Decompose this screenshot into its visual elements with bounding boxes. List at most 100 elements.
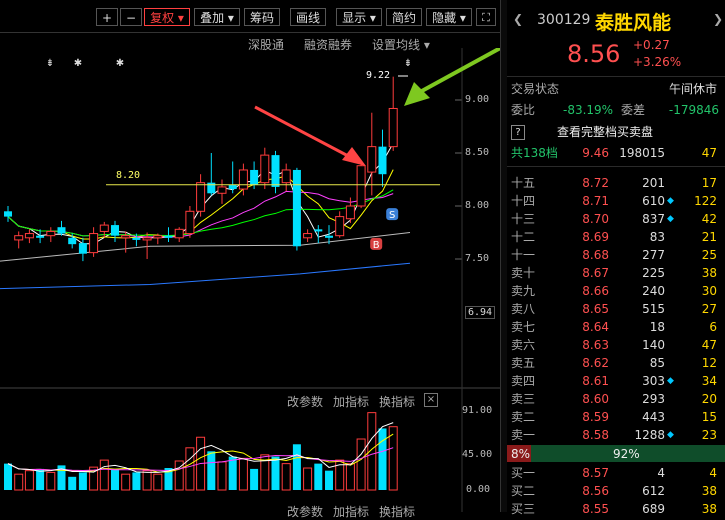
zoom-in-button[interactable]: + (96, 8, 118, 26)
diamond-icon: ◆ (667, 214, 674, 224)
volume-bar (121, 473, 131, 491)
level-label: 十二 (511, 230, 536, 244)
candle-body (185, 210, 195, 235)
kline-chart[interactable]: ⇟ ✱ ✱ ⇟ S B (0, 48, 500, 512)
level-price: 8.62 (582, 356, 609, 370)
bid-row[interactable]: 买二 8.56 612 38 (507, 482, 725, 500)
ask-row[interactable]: 十二 8.69 83 21 (507, 228, 725, 246)
candle-body (153, 235, 163, 239)
indicator-params-link[interactable]: 改参数 (287, 393, 323, 410)
candle-body (388, 107, 398, 148)
ask-row[interactable]: 卖一 8.58 1288 ◆ 23 (507, 426, 725, 444)
level-price: 8.55 (582, 502, 609, 516)
diamond-icon: ◆ (667, 376, 674, 386)
y-tick-label: 8.00 (465, 200, 490, 211)
ask-row[interactable]: 卖十 8.67 225 38 (507, 264, 725, 282)
ask-row[interactable]: 卖二 8.59 443 15 (507, 408, 725, 426)
level-label: 卖九 (511, 284, 536, 298)
ask-row[interactable]: 卖六 8.63 140 47 (507, 336, 725, 354)
candle-body (78, 243, 87, 254)
level-price: 8.71 (582, 194, 609, 208)
draw-line-button[interactable]: 画线 (290, 8, 326, 26)
level-volume: 515 (642, 302, 665, 316)
indicator-add-link[interactable]: 加指标 (333, 393, 369, 410)
hide-label: 隐藏 (432, 11, 457, 25)
level-price: 8.57 (582, 466, 609, 480)
panel-splitter[interactable] (500, 0, 507, 512)
simple-button[interactable]: 简约 (386, 8, 422, 26)
quote-panel: ❮ 300129 泰胜风能 ❯ 8.56 +0.27 +3.26% 交易状态 午… (507, 0, 725, 516)
level-count: 47 (701, 338, 717, 352)
candle-body (121, 235, 131, 239)
indicator-switch-link[interactable]: 换指标 (379, 393, 415, 410)
ask-row[interactable]: 十五 8.72 201 17 (507, 174, 725, 192)
level-price: 8.61 (582, 374, 609, 388)
green-arrow-head-icon (404, 82, 430, 106)
ask-row[interactable]: 卖四 8.61 303 ◆ 34 (507, 372, 725, 390)
level-count: 27 (701, 302, 717, 316)
level-label: 买二 (511, 484, 536, 498)
candle-body (314, 229, 323, 232)
level-count: 38 (701, 484, 717, 498)
volume-bar (78, 472, 87, 490)
candle-body (142, 237, 152, 241)
ask-row[interactable]: 十四 8.71 610 ◆ 122 (507, 192, 725, 210)
volume-bar (142, 470, 152, 491)
volume-bar (271, 456, 280, 490)
event-marker-icon: ⇟ (46, 58, 54, 69)
candle-body (68, 237, 77, 245)
level-count: 34 (701, 374, 717, 388)
red-arrow-icon (254, 105, 353, 160)
ask-row[interactable]: 十三 8.70 837 ◆ 42 (507, 210, 725, 228)
candle-body (250, 169, 259, 185)
level-volume: 240 (642, 284, 665, 298)
status-value: 午间休市 (668, 82, 717, 96)
fullscreen-icon[interactable]: ⛶ (476, 8, 496, 26)
volume-tick-label: 45.00 (462, 449, 493, 460)
candle-body (356, 165, 366, 207)
restore-label: 复权 (150, 11, 175, 25)
divider (507, 76, 725, 77)
bid-row[interactable]: 买一 8.57 4 4 (507, 464, 725, 482)
event-marker-icon: ⇟ (404, 58, 412, 69)
full-book-button[interactable]: ? 查看完整档买卖盘 (507, 123, 725, 141)
ask-row[interactable]: 卖九 8.66 240 30 (507, 282, 725, 300)
level-price: 8.56 (582, 484, 609, 498)
level-price: 8.63 (582, 338, 609, 352)
candle-body (4, 211, 12, 217)
volume-tick-label: 91.00 (462, 405, 493, 416)
diamond-icon: ◆ (667, 196, 674, 206)
level-volume: 1288 (634, 428, 665, 442)
display-dropdown[interactable]: 显示 ▾ (336, 8, 382, 26)
level-count: 12 (701, 356, 717, 370)
level-volume: 612 (642, 484, 665, 498)
volume-bar (314, 463, 323, 490)
ask-row[interactable]: 十一 8.68 277 25 (507, 246, 725, 264)
candle-body (36, 235, 45, 238)
ask-row[interactable]: 卖七 8.64 18 6 (507, 318, 725, 336)
level-label: 卖十 (511, 266, 536, 280)
overlay-dropdown[interactable]: 叠加 ▾ (194, 8, 240, 26)
hide-dropdown[interactable]: 隐藏 ▾ (426, 8, 472, 26)
zoom-out-button[interactable]: − (120, 8, 142, 26)
level-label: 十五 (511, 176, 536, 190)
volume-bar (345, 463, 355, 491)
volume-tick-label: 0.00 (466, 484, 491, 495)
ask-row[interactable]: 卖八 8.65 515 27 (507, 300, 725, 318)
chips-button[interactable]: 筹码 (244, 8, 280, 26)
ask-row[interactable]: 卖三 8.60 293 20 (507, 390, 725, 408)
level-price: 8.60 (582, 392, 609, 406)
ask-row[interactable]: 卖五 8.62 85 12 (507, 354, 725, 372)
prev-stock-icon[interactable]: ❮ (513, 12, 523, 26)
level-label: 卖六 (511, 338, 536, 352)
buy-marker-text: B (373, 240, 380, 251)
y-tick-label: 9.00 (465, 94, 490, 105)
bid-ratio-label: 92% (613, 447, 640, 461)
restore-dropdown[interactable]: 复权 ▾ (144, 8, 190, 26)
ratio-value: -83.19% (563, 103, 614, 117)
next-stock-icon[interactable]: ❯ (713, 12, 723, 26)
close-icon[interactable]: × (424, 393, 438, 407)
level-label: 卖一 (511, 428, 536, 442)
volume-bar (281, 463, 291, 491)
bid-row[interactable]: 买三 8.55 689 38 (507, 500, 725, 518)
